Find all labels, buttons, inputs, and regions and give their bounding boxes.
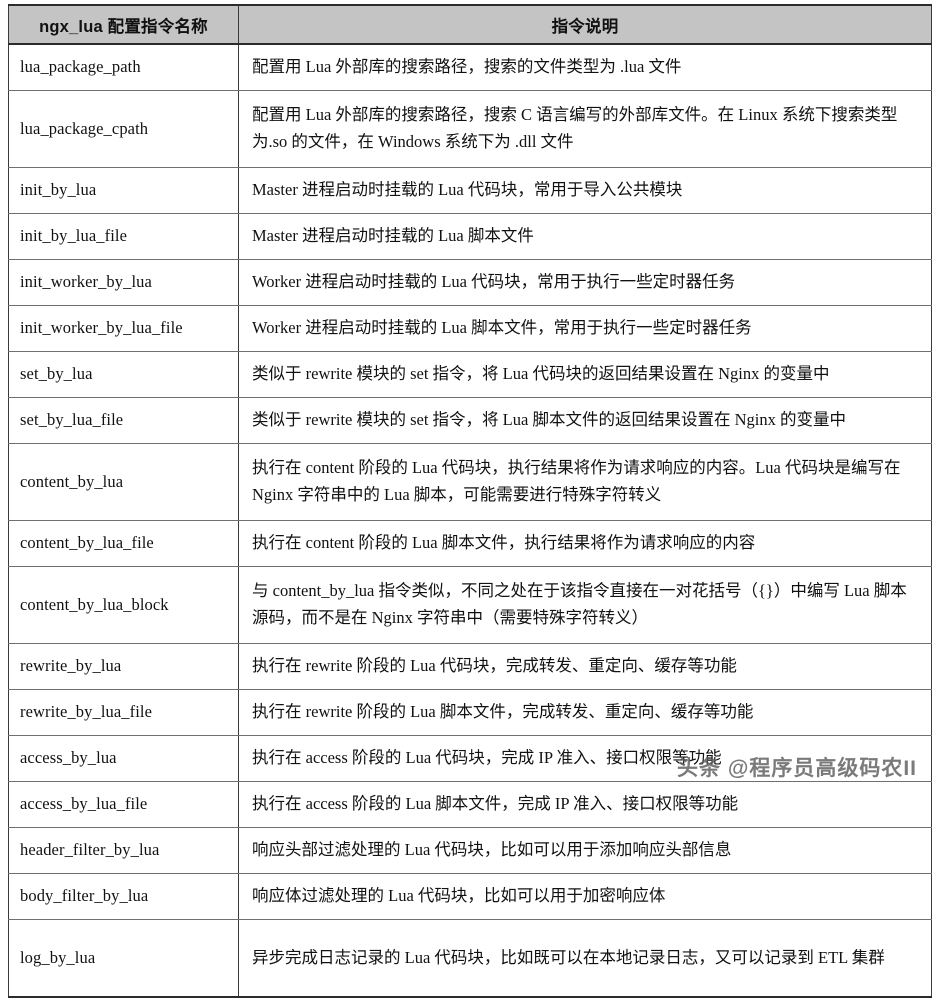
- document-page: ngx_lua 配置指令名称 指令说明 lua_package_path 配置用 …: [0, 0, 939, 998]
- table-row: access_by_lua_file 执行在 access 阶段的 Lua 脚本文…: [8, 781, 932, 828]
- cell-directive-name: lua_package_cpath: [8, 90, 239, 168]
- cell-directive-description: 执行在 content 阶段的 Lua 脚本文件，执行结果将作为请求响应的内容: [238, 520, 932, 567]
- cell-directive-name: header_filter_by_lua: [8, 827, 239, 874]
- table-row: set_by_lua_file 类似于 rewrite 模块的 set 指令，将 …: [8, 397, 932, 444]
- cell-directive-name: init_worker_by_lua_file: [8, 305, 239, 352]
- cell-directive-description: Worker 进程启动时挂载的 Lua 代码块，常用于执行一些定时器任务: [238, 259, 932, 306]
- table-body: lua_package_path 配置用 Lua 外部库的搜索路径，搜索的文件类型…: [8, 44, 932, 997]
- table-row: body_filter_by_lua 响应体过滤处理的 Lua 代码块，比如可以用…: [8, 873, 932, 920]
- table-row: lua_package_path 配置用 Lua 外部库的搜索路径，搜索的文件类型…: [8, 44, 932, 91]
- cell-directive-name: rewrite_by_lua: [8, 643, 239, 690]
- table-row: content_by_lua_file 执行在 content 阶段的 Lua 脚…: [8, 520, 932, 567]
- cell-directive-name: access_by_lua: [8, 735, 239, 782]
- table-row: init_by_lua Master 进程启动时挂载的 Lua 代码块，常用于导入…: [8, 167, 932, 214]
- table-row: rewrite_by_lua_file 执行在 rewrite 阶段的 Lua 脚…: [8, 689, 932, 736]
- cell-directive-name: lua_package_path: [8, 44, 239, 91]
- cell-directive-description: Master 进程启动时挂载的 Lua 代码块，常用于导入公共模块: [238, 167, 932, 214]
- table-row: header_filter_by_lua 响应头部过滤处理的 Lua 代码块，比如…: [8, 827, 932, 874]
- cell-directive-name: set_by_lua: [8, 351, 239, 398]
- cell-directive-description: 类似于 rewrite 模块的 set 指令，将 Lua 脚本文件的返回结果设置…: [238, 397, 932, 444]
- table-header-row: ngx_lua 配置指令名称 指令说明: [8, 5, 932, 45]
- table-header: ngx_lua 配置指令名称 指令说明: [8, 5, 932, 45]
- cell-directive-name: rewrite_by_lua_file: [8, 689, 239, 736]
- cell-directive-description: 响应体过滤处理的 Lua 代码块，比如可以用于加密响应体: [238, 873, 932, 920]
- table-row: init_by_lua_file Master 进程启动时挂载的 Lua 脚本文件: [8, 213, 932, 260]
- column-header-description: 指令说明: [238, 5, 932, 45]
- cell-directive-description: 执行在 rewrite 阶段的 Lua 脚本文件，完成转发、重定向、缓存等功能: [238, 689, 932, 736]
- cell-directive-name: content_by_lua_block: [8, 566, 239, 644]
- table-row: init_worker_by_lua Worker 进程启动时挂载的 Lua 代码…: [8, 259, 932, 306]
- cell-directive-description: 执行在 rewrite 阶段的 Lua 代码块，完成转发、重定向、缓存等功能: [238, 643, 932, 690]
- table-row: access_by_lua 执行在 access 阶段的 Lua 代码块，完成 I…: [8, 735, 932, 782]
- cell-directive-description: 与 content_by_lua 指令类似，不同之处在于该指令直接在一对花括号（…: [238, 566, 932, 644]
- cell-directive-description: Worker 进程启动时挂载的 Lua 脚本文件，常用于执行一些定时器任务: [238, 305, 932, 352]
- cell-directive-description: 异步完成日志记录的 Lua 代码块，比如既可以在本地记录日志，又可以记录到 ET…: [252, 947, 885, 967]
- table-row: lua_package_cpath 配置用 Lua 外部库的搜索路径，搜索 C 语…: [8, 90, 932, 168]
- cell-directive-description: 执行在 access 阶段的 Lua 代码块，完成 IP 准入、接口权限等功能: [238, 735, 932, 782]
- table-row: content_by_lua_block 与 content_by_lua 指令类…: [8, 566, 932, 644]
- cell-directive-name: init_by_lua: [8, 167, 239, 214]
- table-row: set_by_lua 类似于 rewrite 模块的 set 指令，将 Lua 代…: [8, 351, 932, 398]
- table-row: rewrite_by_lua 执行在 rewrite 阶段的 Lua 代码块，完成…: [8, 643, 932, 690]
- cell-directive-name: content_by_lua: [8, 443, 239, 521]
- cell-directive-description: Master 进程启动时挂载的 Lua 脚本文件: [238, 213, 932, 260]
- cell-directive-description: 配置用 Lua 外部库的搜索路径，搜索 C 语言编写的外部库文件。在 Linux…: [238, 90, 932, 168]
- cell-directive-name: access_by_lua_file: [8, 781, 239, 828]
- ngx-lua-directives-table: ngx_lua 配置指令名称 指令说明 lua_package_path 配置用 …: [8, 4, 932, 998]
- cell-directive-description: 响应头部过滤处理的 Lua 代码块，比如可以用于添加响应头部信息: [238, 827, 932, 874]
- column-header-directive-name: ngx_lua 配置指令名称: [8, 5, 239, 45]
- cell-directive-description: 执行在 content 阶段的 Lua 代码块，执行结果将作为请求响应的内容。L…: [238, 443, 932, 521]
- cell-directive-name: body_filter_by_lua: [8, 873, 239, 920]
- cell-directive-description: 执行在 access 阶段的 Lua 脚本文件，完成 IP 准入、接口权限等功能: [238, 781, 932, 828]
- cell-directive-name: set_by_lua_file: [8, 397, 239, 444]
- table-row: log_by_lua 异步完成日志记录的 Lua 代码块，比如既可以在本地记录日志…: [8, 919, 932, 997]
- table-row: init_worker_by_lua_file Worker 进程启动时挂载的 L…: [8, 305, 932, 352]
- cell-directive-name: log_by_lua: [8, 919, 239, 997]
- table-row: content_by_lua 执行在 content 阶段的 Lua 代码块，执行…: [8, 443, 932, 521]
- cell-directive-description: 配置用 Lua 外部库的搜索路径，搜索的文件类型为 .lua 文件: [238, 44, 932, 91]
- cell-directive-name: init_worker_by_lua: [8, 259, 239, 306]
- cell-directive-name: content_by_lua_file: [8, 520, 239, 567]
- cell-directive-description: 类似于 rewrite 模块的 set 指令，将 Lua 代码块的返回结果设置在…: [238, 351, 932, 398]
- cell-directive-name: init_by_lua_file: [8, 213, 239, 260]
